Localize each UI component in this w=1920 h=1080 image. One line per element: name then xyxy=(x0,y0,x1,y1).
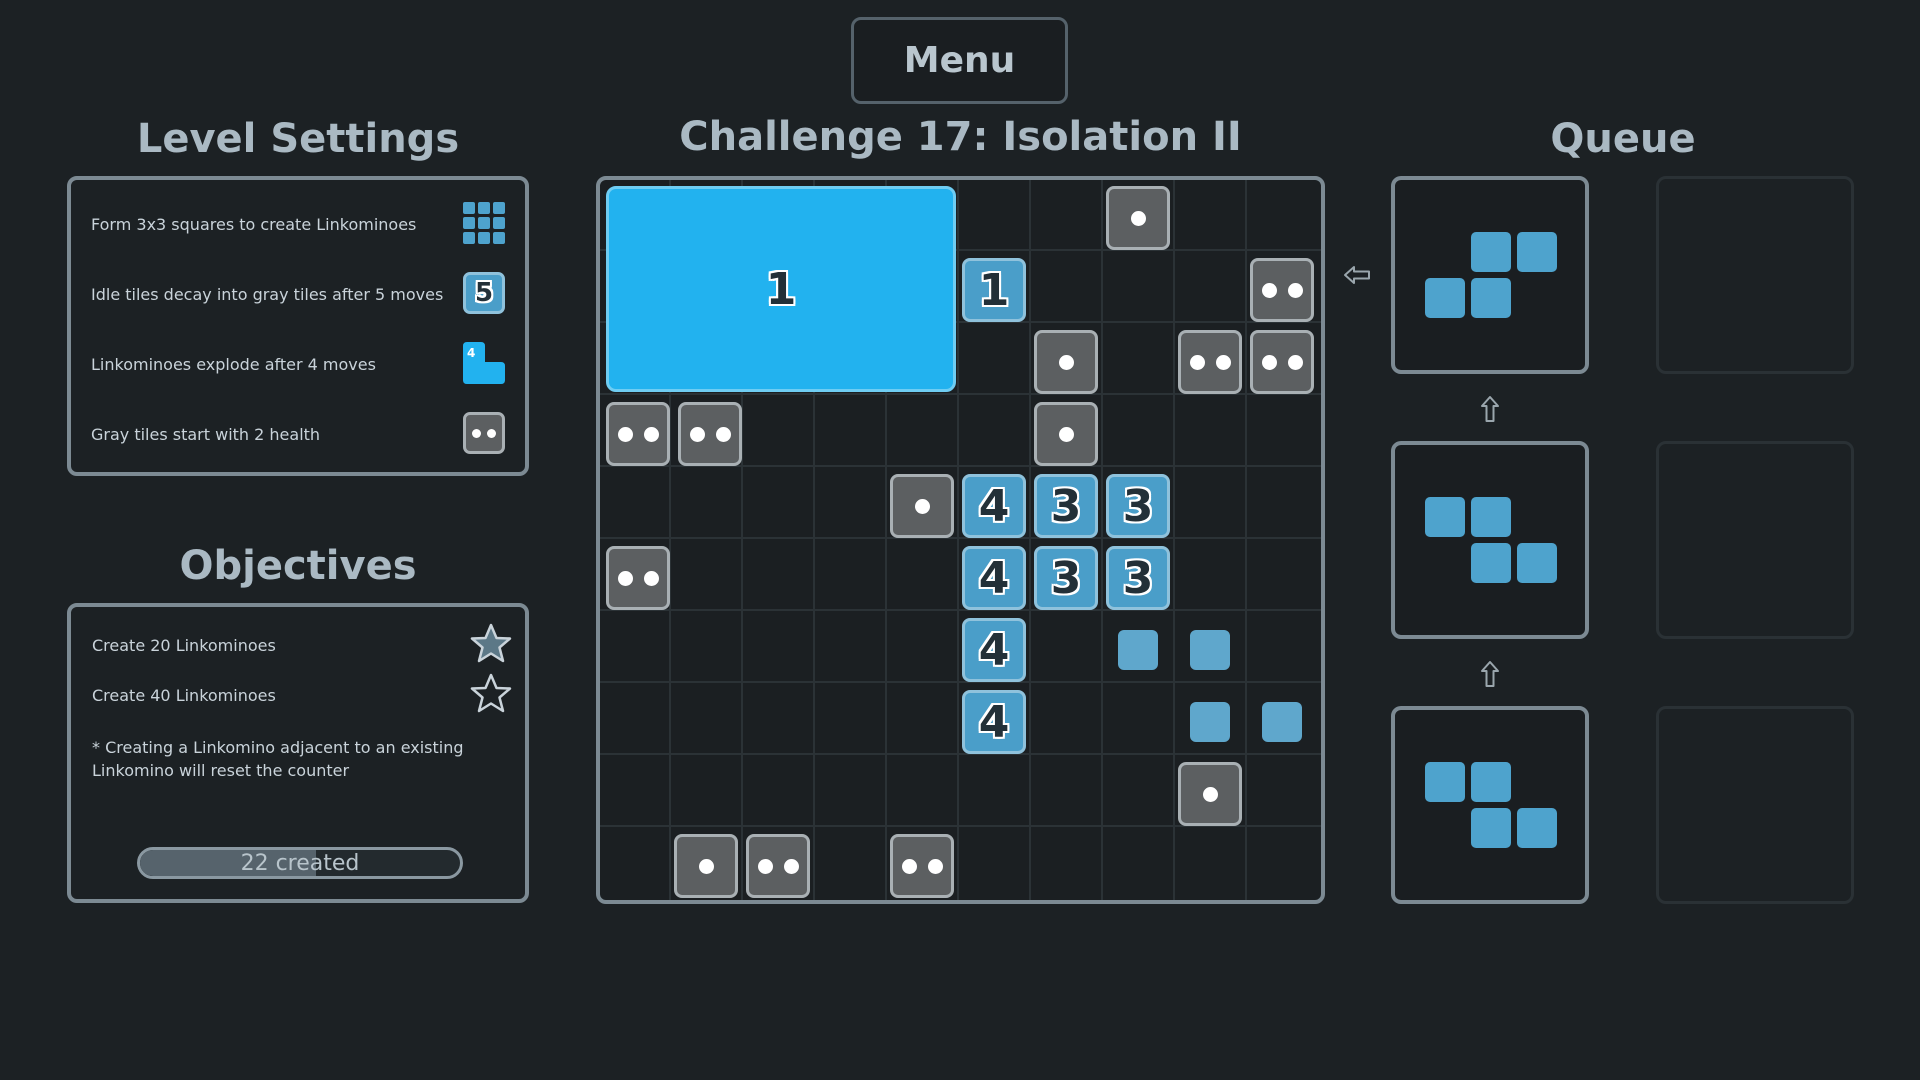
queue-title: Queue xyxy=(1550,116,1696,162)
queue-empty-slot xyxy=(1656,706,1854,904)
number-tile[interactable]: 1 xyxy=(962,258,1026,322)
queue-empty-slot xyxy=(1656,441,1854,639)
star-filled-icon xyxy=(469,622,513,670)
gray-tile-2-health[interactable] xyxy=(746,834,810,898)
gray-tile-2-health[interactable] xyxy=(1178,330,1242,394)
grid-icon xyxy=(463,202,505,244)
queue-slot-3[interactable] xyxy=(1391,706,1589,904)
number-tile[interactable]: 3 xyxy=(1034,546,1098,610)
objective-progress-bar: 22 created xyxy=(137,847,463,879)
gray-tile-2-health[interactable] xyxy=(1250,330,1314,394)
queue-slot-2[interactable] xyxy=(1391,441,1589,639)
game-board[interactable]: 1 1 4 3 3 4 3 3 4 4 xyxy=(596,176,1325,904)
arrow-left-icon xyxy=(1340,258,1374,292)
gray-tile-1-health[interactable] xyxy=(1106,186,1170,250)
gray-tile-2-health[interactable] xyxy=(890,834,954,898)
level-settings-title: Level Settings xyxy=(136,116,460,162)
objective-note: * Creating a Linkomino adjacent to an ex… xyxy=(92,738,464,780)
blue-tile[interactable] xyxy=(1190,630,1230,670)
setting-text: Gray tiles start with 2 health xyxy=(91,424,321,444)
number-tile[interactable]: 4 xyxy=(962,474,1026,538)
linkomino-large[interactable]: 1 xyxy=(606,186,956,392)
setting-text: Form 3x3 squares to create Linkominoes xyxy=(91,214,417,234)
gray-tile-2-health[interactable] xyxy=(1250,258,1314,322)
number-tile[interactable]: 3 xyxy=(1034,474,1098,538)
setting-row: Form 3x3 squares to create Linkominoes xyxy=(91,204,511,244)
decay-icon: 5 xyxy=(463,272,505,314)
level-settings-panel: Form 3x3 squares to create Linkominoes I… xyxy=(67,176,529,476)
linkomino-icon: 4 xyxy=(463,342,505,384)
menu-button[interactable]: Menu xyxy=(851,17,1068,104)
progress-label: 22 created xyxy=(240,850,360,876)
challenge-title: Challenge 17: Isolation II xyxy=(679,114,1242,160)
arrow-up-icon xyxy=(1473,657,1507,691)
setting-text: Linkominoes explode after 4 moves xyxy=(91,354,376,374)
gray-tile-1-health[interactable] xyxy=(674,834,738,898)
queue-empty-slot xyxy=(1656,176,1854,374)
gray-tile-2-health[interactable] xyxy=(606,546,670,610)
gray-tile-1-health[interactable] xyxy=(890,474,954,538)
blue-tile[interactable] xyxy=(1262,702,1302,742)
gray-tile-1-health[interactable] xyxy=(1034,402,1098,466)
gray-tile-1-health[interactable] xyxy=(1178,762,1242,826)
number-tile[interactable]: 4 xyxy=(962,618,1026,682)
objectives-title: Objectives xyxy=(179,543,417,589)
setting-text: Idle tiles decay into gray tiles after 5… xyxy=(91,284,444,304)
linkomino-icon-label: 4 xyxy=(467,346,476,360)
number-tile[interactable]: 3 xyxy=(1106,546,1170,610)
arrow-up-icon xyxy=(1473,392,1507,426)
number-tile[interactable]: 4 xyxy=(962,546,1026,610)
queue-slot-1[interactable] xyxy=(1391,176,1589,374)
blue-tile[interactable] xyxy=(1190,702,1230,742)
setting-row: Idle tiles decay into gray tiles after 5… xyxy=(91,274,511,314)
objective-item-40: Create 40 Linkominoes xyxy=(92,686,276,705)
gray-tile-icon xyxy=(463,412,505,454)
setting-row: Linkominoes explode after 4 moves xyxy=(91,344,511,384)
gray-tile-2-health[interactable] xyxy=(606,402,670,466)
gray-tile-2-health[interactable] xyxy=(678,402,742,466)
gray-tile-1-health[interactable] xyxy=(1034,330,1098,394)
setting-row: Gray tiles start with 2 health xyxy=(91,414,511,454)
objective-item-20: Create 20 Linkominoes xyxy=(92,636,276,655)
blue-tile[interactable] xyxy=(1118,630,1158,670)
number-tile[interactable]: 4 xyxy=(962,690,1026,754)
number-tile[interactable]: 3 xyxy=(1106,474,1170,538)
star-outline-icon xyxy=(469,672,513,720)
